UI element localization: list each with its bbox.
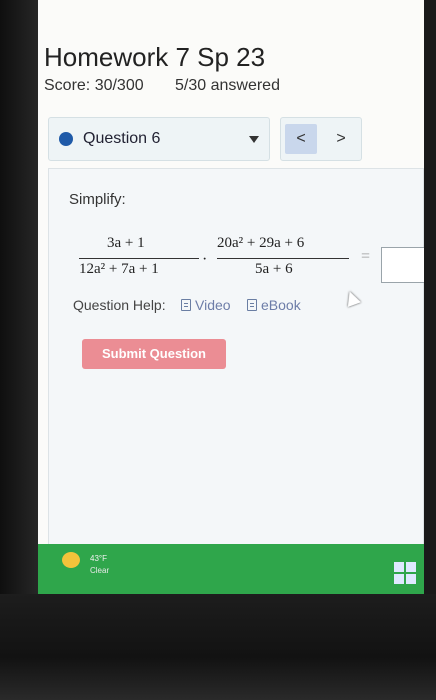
fraction2-denominator: 5a + 6 <box>255 261 293 277</box>
question-nav: < > <box>280 117 362 161</box>
fraction1-denominator: 12a² + 7a + 1 <box>79 261 159 277</box>
document-icon <box>247 299 257 311</box>
submit-question-button[interactable]: Submit Question <box>82 339 226 369</box>
status-dot-icon <box>59 132 73 146</box>
equals-sign: = <box>361 248 371 265</box>
multiply-operator: · <box>202 251 208 268</box>
question-card: Simplify: 3a + 1 12a² + 7a + 1 · 20a² + … <box>48 168 424 594</box>
screen: Homework 7 Sp 23 Score: 30/300 5/30 answ… <box>38 0 424 594</box>
weather-icon[interactable] <box>62 552 80 568</box>
next-question-button[interactable]: > <box>325 124 357 154</box>
weather-condition: Clear <box>90 566 110 575</box>
monitor-bezel-bottom <box>0 594 436 700</box>
fraction1-bar <box>79 258 199 259</box>
weather-temperature: 43°F <box>90 554 107 563</box>
answer-input[interactable] <box>381 247 424 283</box>
score-text: Score: 30/300 <box>44 77 144 94</box>
fraction1-numerator: 3a + 1 <box>107 235 145 251</box>
question-prompt: Simplify: <box>69 191 126 208</box>
fraction2-numerator: 20a² + 29a + 6 <box>217 235 305 251</box>
question-select[interactable]: Question 6 <box>48 117 270 161</box>
question-select-label: Question 6 <box>83 130 161 147</box>
page-title: Homework 7 Sp 23 <box>44 42 266 72</box>
document-icon <box>181 299 191 311</box>
previous-question-button[interactable]: < <box>285 124 317 154</box>
video-link[interactable]: Video <box>195 297 231 313</box>
fraction2-bar <box>217 258 349 259</box>
question-help-label: Question Help: <box>73 297 166 313</box>
mouse-cursor-icon <box>343 289 361 307</box>
windows-start-icon[interactable] <box>394 562 416 584</box>
taskbar: 43°F Clear <box>38 544 424 594</box>
answered-count: 5/30 answered <box>175 77 280 94</box>
ebook-link[interactable]: eBook <box>261 297 301 313</box>
chevron-down-icon <box>249 136 259 143</box>
